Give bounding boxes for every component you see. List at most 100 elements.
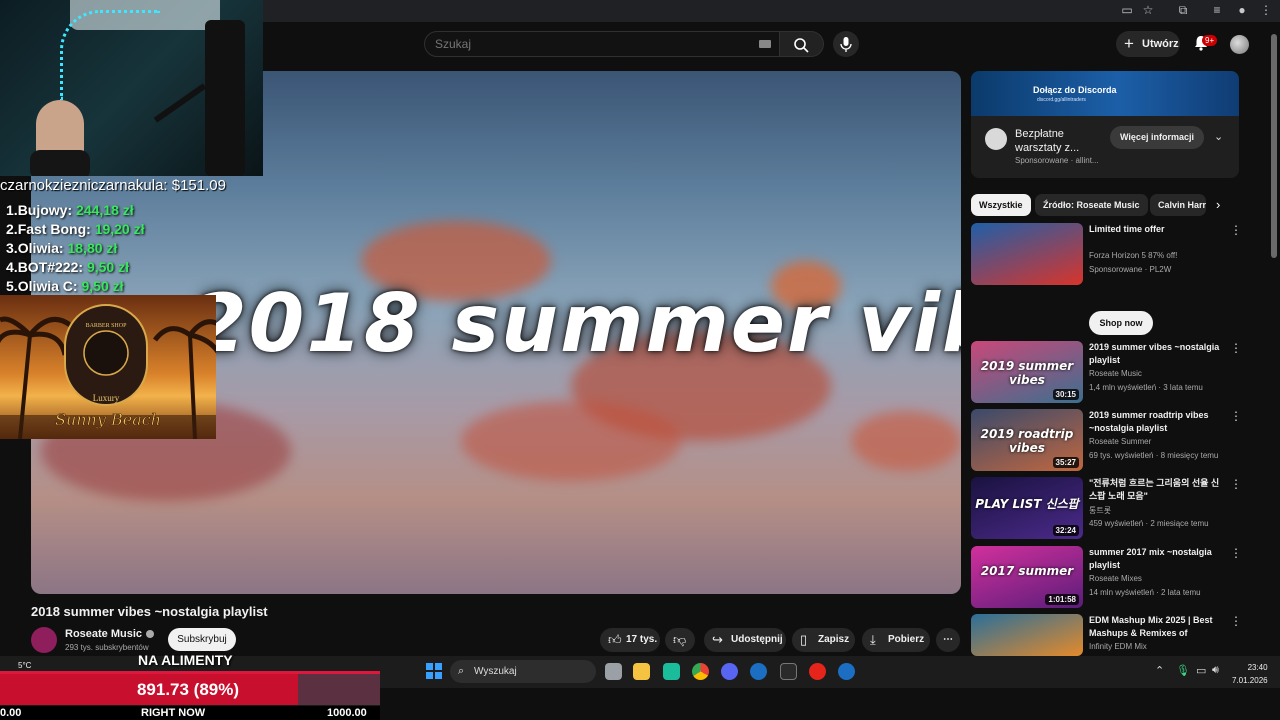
chip-all[interactable]: Wszystkie bbox=[971, 194, 1031, 216]
more-vertical-icon[interactable]: ⋮ bbox=[1230, 614, 1242, 628]
recommendation-thumbnail[interactable]: PLAY LIST 신스팝 32:24 bbox=[971, 477, 1083, 539]
ad-banner-image[interactable]: Dołącz do Discorda discord.gg/allintrade… bbox=[971, 71, 1239, 116]
app-red-icon[interactable] bbox=[809, 663, 826, 680]
barber-brand-text: Sunny Beach bbox=[55, 410, 161, 429]
clock-time: 23:40 bbox=[1247, 663, 1268, 672]
voice-search-button[interactable] bbox=[833, 31, 859, 57]
video-cloud bbox=[461, 401, 681, 481]
tray-network-icon[interactable]: ▭ bbox=[1196, 664, 1206, 677]
app-icon[interactable] bbox=[663, 663, 680, 680]
create-label: Utwórz bbox=[1142, 38, 1179, 50]
recommendation-item[interactable]: EDM Mashup Mix 2025 | Best Mashups & Rem… bbox=[971, 614, 1242, 656]
file-explorer-icon[interactable] bbox=[633, 663, 650, 680]
keyboard-icon[interactable] bbox=[759, 40, 771, 48]
recommendation-title[interactable]: "전류처럼 흐르는 그리움의 선율 신스팝 노래 모음" bbox=[1089, 477, 1223, 503]
recommendation-thumbnail[interactable]: 2019 roadtrip vibes 35:27 bbox=[971, 409, 1083, 471]
more-actions-button[interactable]: ⋯ bbox=[936, 628, 960, 652]
taskbar-search-label: Wyszukaj bbox=[474, 666, 517, 677]
search-button[interactable] bbox=[780, 31, 824, 57]
share-button[interactable]: ↪ Udostępnij bbox=[704, 628, 786, 652]
recommendation-title[interactable]: Limited time offer bbox=[1089, 223, 1223, 236]
donation-goal-footer: 0.00 RIGHT NOW 1000.00 bbox=[0, 706, 380, 720]
extensions-icon[interactable]: ⧉ bbox=[1176, 3, 1190, 17]
ad-advertiser-logo[interactable] bbox=[985, 128, 1007, 150]
search-input[interactable] bbox=[435, 37, 735, 51]
recommendation-title[interactable]: EDM Mashup Mix 2025 | Best Mashups & Rem… bbox=[1089, 614, 1223, 640]
subscriber-count: 293 tys. subskrybentów bbox=[65, 643, 149, 652]
tray-volume-icon[interactable]: 🔊︎ bbox=[1212, 664, 1219, 677]
recommendation-thumbnail[interactable]: 2017 summer 1:01:58 bbox=[971, 546, 1083, 608]
discord-icon[interactable] bbox=[721, 663, 738, 680]
recommendation-meta: 1,4 mln wyświetleń · 3 lata temu bbox=[1089, 383, 1203, 392]
steam-icon[interactable] bbox=[750, 663, 767, 680]
dislike-button[interactable]: 👎︎ bbox=[665, 628, 695, 652]
webcam-person-shirt bbox=[30, 150, 90, 176]
top-donor-label: czarnokziezniczarnakula: $151.09 bbox=[0, 177, 226, 194]
search-box[interactable] bbox=[424, 31, 780, 57]
more-vertical-icon[interactable]: ⋮ bbox=[1230, 409, 1242, 423]
recommendation-item[interactable]: 2019 summer vibes 30:15 2019 summer vibes … bbox=[971, 341, 1242, 403]
download-icon: ⤓ bbox=[870, 632, 876, 647]
more-vertical-icon[interactable]: ⋮ bbox=[1230, 341, 1242, 355]
ad-title[interactable]: Bezpłatne warsztaty z... bbox=[1015, 127, 1105, 155]
browser-menu-icon[interactable]: ⋮ bbox=[1259, 3, 1273, 17]
download-button[interactable]: ⤓ Pobierz bbox=[862, 628, 930, 652]
tray-chevron-up-icon[interactable]: ⌃ bbox=[1155, 664, 1164, 677]
more-vertical-icon[interactable]: ⋮ bbox=[1230, 223, 1242, 237]
share-label: Udostępnij bbox=[731, 634, 783, 645]
taskbar-search[interactable]: ⌕ Wyszukaj bbox=[450, 660, 596, 683]
scrollbar[interactable] bbox=[1271, 34, 1277, 258]
profile-icon[interactable]: ● bbox=[1235, 3, 1249, 17]
chevron-right-icon[interactable]: › bbox=[1216, 197, 1220, 212]
like-button[interactable]: 👍︎ 17 tys. bbox=[600, 628, 660, 652]
video-duration: 30:15 bbox=[1052, 389, 1079, 400]
chip-source-roseate[interactable]: Źródło: Roseate Music bbox=[1035, 194, 1148, 216]
recommendation-thumbnail[interactable]: 2019 summer vibes 30:15 bbox=[971, 341, 1083, 403]
weather-widget[interactable]: 5°C bbox=[18, 661, 31, 670]
plus-icon: + bbox=[1124, 34, 1134, 53]
epic-games-icon[interactable] bbox=[780, 663, 797, 680]
recommendation-item[interactable]: Limited time offer Forza Horizon 5 87% of… bbox=[971, 223, 1242, 285]
recommendation-title[interactable]: 2019 summer vibes ~nostalgia playlist bbox=[1089, 341, 1223, 367]
bookmark-star-icon[interactable]: ☆ bbox=[1141, 3, 1155, 17]
video-title: 2018 summer vibes ~nostalgia playlist bbox=[31, 604, 268, 619]
recommendation-title[interactable]: 2019 summer roadtrip vibes ~nostalgia pl… bbox=[1089, 409, 1223, 435]
barber-shop-logo: BARBER SHOP Luxury Sunny Beach bbox=[0, 295, 216, 439]
save-button[interactable]: ▯ Zapisz bbox=[792, 628, 855, 652]
channel-name[interactable]: Roseate Music bbox=[65, 628, 155, 640]
recommendation-thumbnail[interactable] bbox=[971, 614, 1083, 656]
create-button[interactable]: + Utwórz bbox=[1116, 31, 1180, 57]
donor-amount: 9,50 zł bbox=[86, 259, 129, 275]
microphone-icon bbox=[840, 37, 852, 52]
recommendation-meta: 459 wyświetleń · 2 miesiące temu bbox=[1089, 519, 1209, 528]
subscribe-button[interactable]: Subskrybuj bbox=[168, 628, 236, 651]
chip-calvin-harris[interactable]: Calvin Harris bbox=[1150, 194, 1206, 216]
recommendation-channel: Roseate Summer bbox=[1089, 437, 1152, 446]
video-duration: 1:01:58 bbox=[1045, 594, 1079, 605]
tray-mic-icon[interactable]: 🎙︎ bbox=[1176, 664, 1190, 677]
search-icon: ⌕ bbox=[458, 665, 465, 677]
steam-icon-2[interactable] bbox=[838, 663, 855, 680]
ad-more-info-button[interactable]: Więcej informacji bbox=[1110, 126, 1204, 149]
more-vertical-icon[interactable]: ⋮ bbox=[1230, 546, 1242, 560]
chevron-down-icon[interactable]: ⌄ bbox=[1214, 130, 1223, 143]
system-clock[interactable]: 23:40 7.01.2026 bbox=[1232, 661, 1268, 687]
webcam-monitor bbox=[205, 20, 245, 176]
recommendation-item[interactable]: 2019 roadtrip vibes 35:27 2019 summer road… bbox=[971, 409, 1242, 471]
donor-amount: 18,80 zł bbox=[67, 240, 118, 256]
recommendation-thumbnail[interactable] bbox=[971, 223, 1083, 285]
channel-avatar[interactable] bbox=[31, 627, 57, 653]
recommendation-item[interactable]: 2017 summer 1:01:58 summer 2017 mix ~nosta… bbox=[971, 546, 1242, 608]
cast-icon[interactable]: ▭ bbox=[1120, 3, 1134, 17]
windows-start-icon[interactable] bbox=[426, 663, 442, 679]
share-icon: ↪ bbox=[712, 632, 723, 647]
recommendation-title[interactable]: summer 2017 mix ~nostalgia playlist bbox=[1089, 546, 1223, 572]
shop-now-button[interactable]: Shop now bbox=[1089, 311, 1153, 335]
recommendation-item[interactable]: PLAY LIST 신스팝 32:24 "전류처럼 흐르는 그리움의 선율 신스팝 … bbox=[971, 477, 1242, 539]
more-vertical-icon[interactable]: ⋮ bbox=[1230, 477, 1242, 491]
reading-list-icon[interactable]: ≡ bbox=[1210, 3, 1224, 17]
chrome-icon[interactable] bbox=[692, 663, 709, 680]
account-avatar[interactable] bbox=[1230, 35, 1249, 54]
task-view-icon[interactable] bbox=[605, 663, 622, 680]
donor-rank: 3. bbox=[6, 240, 18, 256]
